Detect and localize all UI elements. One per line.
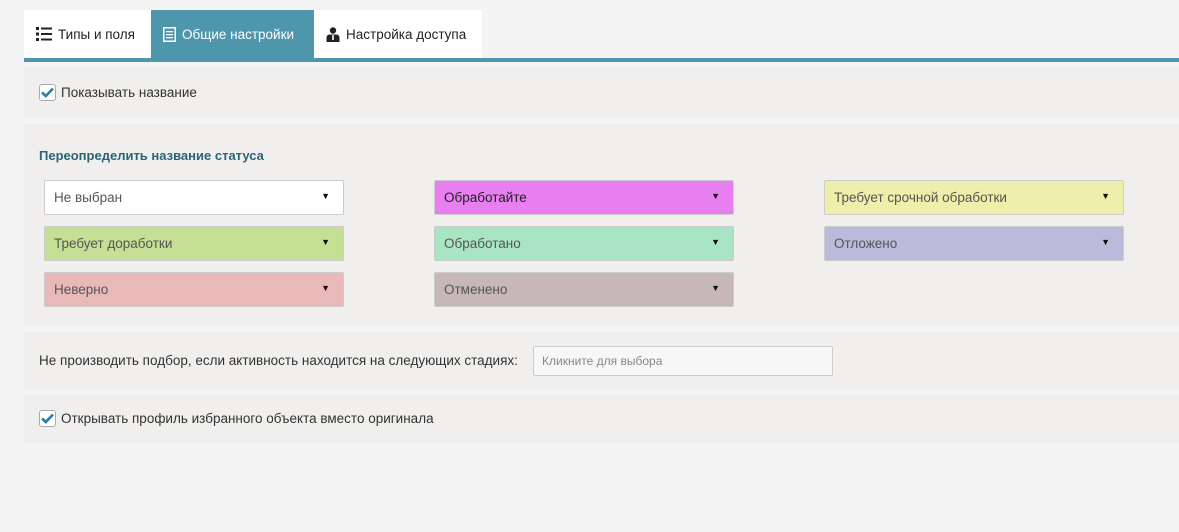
tab-label: Общие настройки <box>182 26 295 42</box>
status-select-postponed[interactable]: Отложено ▼ <box>824 226 1124 261</box>
caret-down-icon: ▼ <box>321 191 330 201</box>
status-select-needs-rework[interactable]: Требует доработки ▼ <box>44 226 344 261</box>
checkmark-icon <box>41 413 54 424</box>
tab-underline <box>24 58 1179 62</box>
select-value: Отменено <box>444 282 508 297</box>
tab-label: Настройка доступа <box>346 26 467 42</box>
section-title: Переопределить название статуса <box>39 148 264 163</box>
document-icon <box>163 26 176 42</box>
tab-label: Типы и поля <box>58 26 135 42</box>
status-select-process[interactable]: Обработайте ▼ <box>434 180 734 215</box>
status-select-processed[interactable]: Обработано ▼ <box>434 226 734 261</box>
select-value: Неверно <box>54 282 109 297</box>
open-profile-checkbox[interactable] <box>39 410 56 427</box>
select-value: Отложено <box>834 236 898 251</box>
select-value: Требует срочной обработки <box>834 190 1007 205</box>
select-value: Не выбран <box>54 190 123 205</box>
tab-access-settings[interactable]: Настройка доступа <box>314 10 482 58</box>
caret-down-icon: ▼ <box>321 283 330 293</box>
open-profile-panel: Открывать профиль избранного объекта вме… <box>24 395 1179 443</box>
show-name-panel: Показывать название <box>24 67 1179 118</box>
show-name-checkbox[interactable] <box>39 84 56 101</box>
select-value: Обработано <box>444 236 521 251</box>
tab-general-settings[interactable]: Общие настройки <box>151 10 314 58</box>
user-access-icon <box>326 26 340 42</box>
stages-select-input[interactable] <box>533 346 833 376</box>
caret-down-icon: ▼ <box>321 237 330 247</box>
status-select-cancelled[interactable]: Отменено ▼ <box>434 272 734 307</box>
show-name-row: Показывать название <box>39 84 197 101</box>
status-select-not-selected[interactable]: Не выбран ▼ <box>44 180 344 215</box>
tab-bar: Типы и поля Общие настройки Настройка до… <box>24 10 482 58</box>
caret-down-icon: ▼ <box>1101 191 1110 201</box>
select-value: Обработайте <box>444 190 527 205</box>
caret-down-icon: ▼ <box>711 237 720 247</box>
select-value: Требует доработки <box>54 236 173 251</box>
list-icon <box>36 27 52 41</box>
checkmark-icon <box>41 87 54 98</box>
show-name-label: Показывать название <box>61 85 197 100</box>
open-profile-row: Открывать профиль избранного объекта вме… <box>39 410 434 427</box>
open-profile-label: Открывать профиль избранного объекта вме… <box>61 411 434 426</box>
status-override-panel: Переопределить название статуса Не выбра… <box>24 124 1179 326</box>
status-select-urgent[interactable]: Требует срочной обработки ▼ <box>824 180 1124 215</box>
skip-selection-panel: Не производить подбор, если активность н… <box>24 332 1179 390</box>
status-select-incorrect[interactable]: Неверно ▼ <box>44 272 344 307</box>
caret-down-icon: ▼ <box>1101 237 1110 247</box>
caret-down-icon: ▼ <box>711 283 720 293</box>
caret-down-icon: ▼ <box>711 191 720 201</box>
skip-selection-label: Не производить подбор, если активность н… <box>39 353 518 368</box>
tab-types-and-fields[interactable]: Типы и поля <box>24 10 151 58</box>
